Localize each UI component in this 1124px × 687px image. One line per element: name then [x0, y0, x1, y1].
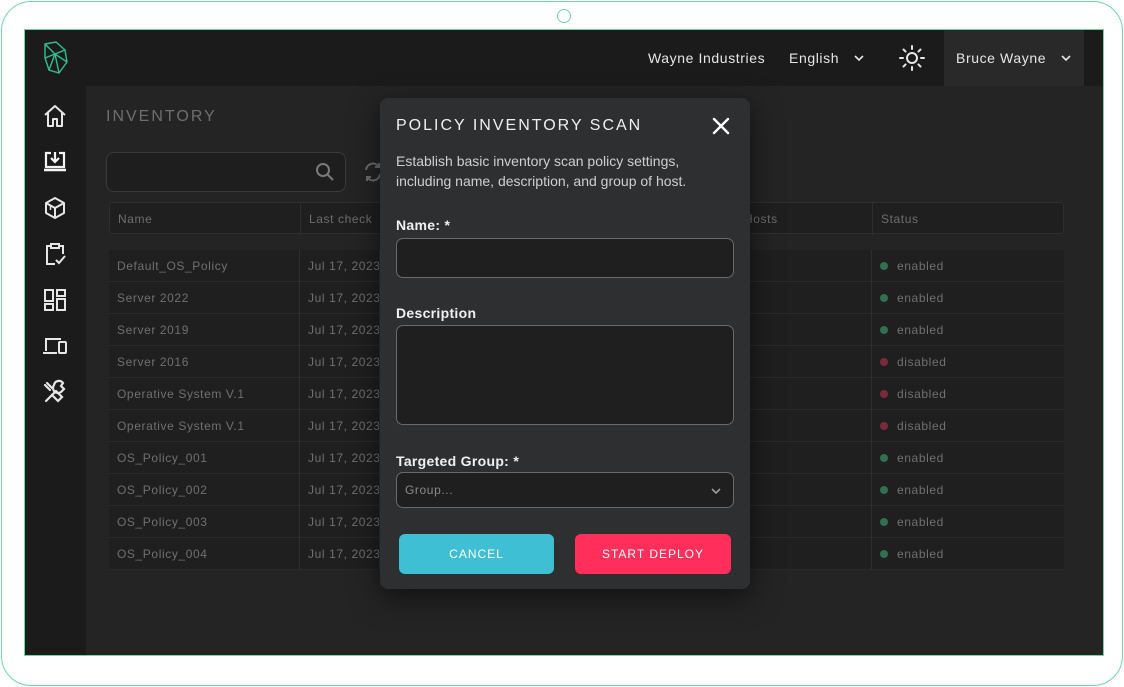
cancel-button[interactable]: CANCEL	[399, 534, 554, 574]
nav-tools[interactable]	[41, 378, 69, 406]
chevron-down-icon	[711, 488, 721, 495]
row-name: OS_Policy_003	[109, 506, 300, 538]
top-bar: Wayne Industries English Bruce Wayne	[25, 30, 1103, 86]
search-input[interactable]	[106, 152, 346, 192]
app-screen: Wayne Industries English Bruce Wayne INV…	[24, 29, 1104, 656]
close-icon[interactable]	[711, 116, 731, 136]
column-header[interactable]: Last check	[301, 203, 381, 235]
row-name: Server 2022	[109, 282, 300, 314]
user-name: Bruce Wayne	[956, 50, 1047, 66]
status-dot-icon	[880, 518, 888, 526]
home-icon	[44, 105, 66, 127]
row-name: Server 2016	[109, 346, 300, 378]
status-dot-icon	[880, 486, 888, 494]
status-badge: enabled	[872, 442, 1064, 474]
nav-devices[interactable]	[41, 332, 69, 360]
nav-tasks[interactable]	[41, 240, 69, 268]
description-label: Description	[396, 305, 477, 321]
status-dot-icon	[880, 390, 888, 398]
row-last-check: Jul 17, 2023	[300, 282, 380, 314]
start-deploy-button[interactable]: START DEPLOY	[575, 534, 731, 574]
nav-packages[interactable]	[41, 194, 69, 222]
status-badge: disabled	[872, 410, 1064, 442]
status-text: disabled	[897, 355, 947, 369]
status-badge: enabled	[872, 474, 1064, 506]
status-text: enabled	[897, 259, 944, 273]
row-last-check: Jul 17, 2023	[300, 346, 380, 378]
devices-icon	[43, 338, 67, 354]
row-last-check: Jul 17, 2023	[300, 314, 380, 346]
row-last-check: Jul 17, 2023	[300, 538, 380, 570]
language-label: English	[789, 50, 840, 66]
targeted-group-label: Targeted Group: *	[396, 453, 520, 469]
status-badge: enabled	[872, 282, 1064, 314]
company-name: Wayne Industries	[648, 50, 766, 66]
status-dot-icon	[880, 550, 888, 558]
status-text: enabled	[897, 483, 944, 497]
nav-home[interactable]	[41, 102, 69, 130]
status-text: disabled	[897, 419, 947, 433]
clipboard-check-icon	[46, 243, 66, 265]
targeted-group-select[interactable]: Group...	[396, 472, 734, 508]
status-dot-icon	[880, 262, 888, 270]
status-badge: disabled	[872, 346, 1064, 378]
row-last-check: Jul 17, 2023	[300, 506, 380, 538]
language-selector[interactable]: English	[789, 30, 865, 86]
status-dot-icon	[880, 294, 888, 302]
search-icon[interactable]	[315, 162, 335, 182]
row-name: Operative System V.1	[109, 378, 300, 410]
row-last-check: Jul 17, 2023	[300, 474, 380, 506]
description-input[interactable]	[396, 325, 734, 425]
policy-scan-modal: POLICY INVENTORY SCAN Establish basic in…	[380, 98, 750, 589]
chevron-down-icon	[1061, 55, 1071, 62]
status-text: enabled	[897, 515, 944, 529]
status-badge: enabled	[872, 538, 1064, 570]
status-text: enabled	[897, 451, 944, 465]
row-name: OS_Policy_002	[109, 474, 300, 506]
row-name: Operative System V.1	[109, 410, 300, 442]
cube-icon	[45, 197, 65, 219]
row-name: OS_Policy_004	[109, 538, 300, 570]
status-dot-icon	[880, 326, 888, 334]
status-text: enabled	[897, 547, 944, 561]
row-last-check: Jul 17, 2023	[300, 378, 380, 410]
inventory-download-icon	[44, 151, 66, 172]
status-text: enabled	[897, 323, 944, 337]
tools-icon	[43, 379, 66, 403]
theme-toggle[interactable]	[897, 30, 927, 86]
sun-icon	[899, 45, 925, 71]
camera-dot	[557, 9, 571, 23]
status-badge: enabled	[872, 250, 1064, 282]
status-dot-icon	[880, 422, 888, 430]
group-placeholder: Group...	[405, 483, 454, 497]
row-name: OS_Policy_001	[109, 442, 300, 474]
user-menu[interactable]: Bruce Wayne	[944, 30, 1084, 86]
page-title: INVENTORY	[106, 108, 217, 125]
chevron-down-icon	[854, 55, 864, 62]
row-last-check: Jul 17, 2023	[300, 442, 380, 474]
row-name: Server 2019	[109, 314, 300, 346]
name-input[interactable]	[396, 238, 734, 278]
logo-icon	[44, 41, 68, 74]
column-header[interactable]: Status	[873, 203, 1065, 235]
status-badge: enabled	[872, 314, 1064, 346]
row-name: Default_OS_Policy	[109, 250, 300, 282]
row-last-check: Jul 17, 2023	[300, 410, 380, 442]
row-last-check: Jul 17, 2023	[300, 250, 380, 282]
column-header[interactable]: Name	[110, 203, 301, 235]
status-dot-icon	[880, 358, 888, 366]
dashboard-grid-icon	[44, 289, 66, 311]
modal-description: Establish basic inventory scan policy se…	[396, 153, 687, 189]
status-badge: disabled	[872, 378, 1064, 410]
nav-dashboard[interactable]	[41, 286, 69, 314]
sidebar	[25, 30, 86, 655]
modal-title: POLICY INVENTORY SCAN	[396, 117, 643, 134]
status-dot-icon	[880, 454, 888, 462]
nav-inventory[interactable]	[41, 148, 69, 176]
status-badge: enabled	[872, 506, 1064, 538]
status-text: disabled	[897, 387, 947, 401]
status-text: enabled	[897, 291, 944, 305]
device-frame: Wayne Industries English Bruce Wayne INV…	[1, 1, 1123, 686]
name-label: Name: *	[396, 217, 451, 233]
